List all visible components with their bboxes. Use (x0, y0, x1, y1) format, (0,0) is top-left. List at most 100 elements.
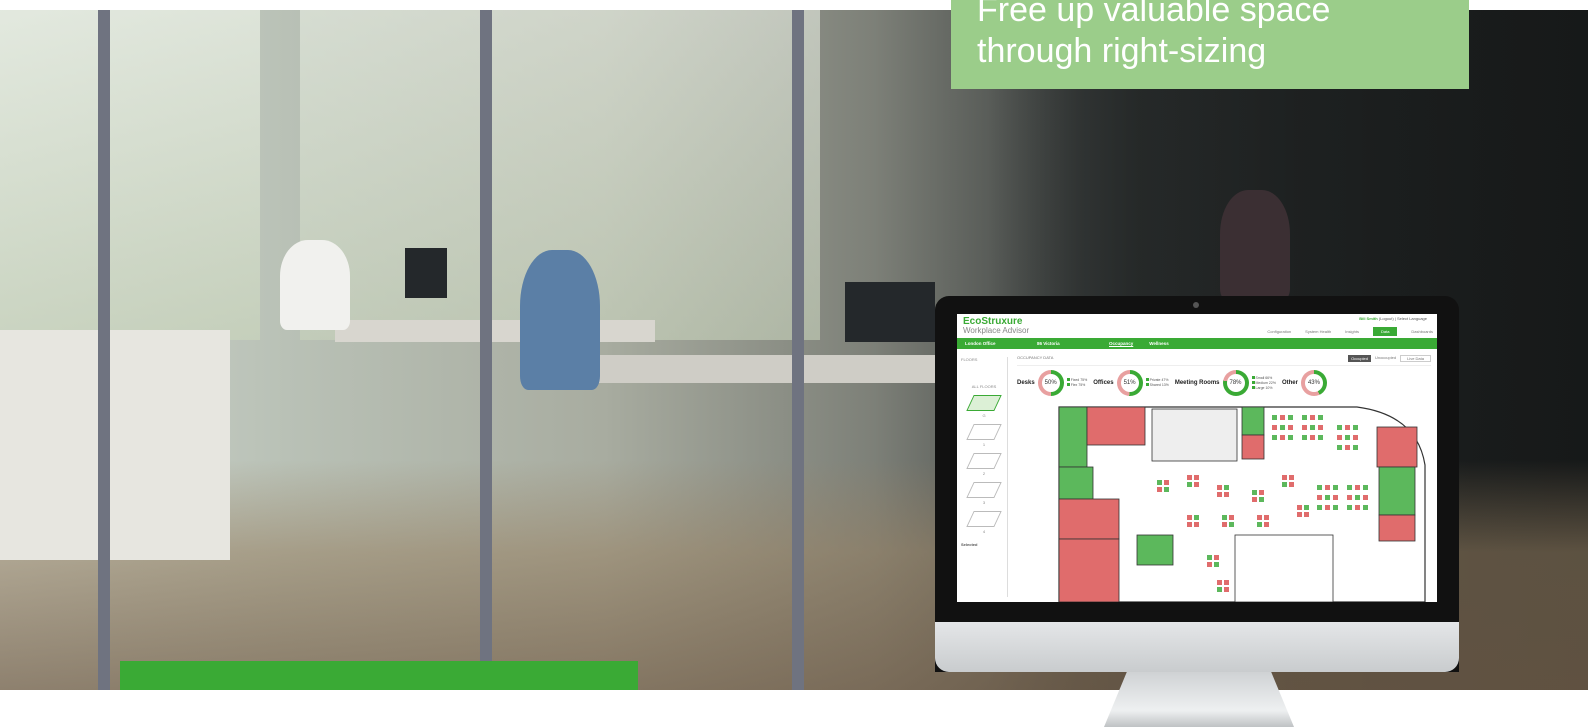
desk-marker[interactable] (1353, 435, 1358, 440)
desk-marker[interactable] (1229, 522, 1234, 527)
room[interactable] (1058, 466, 1094, 500)
desk-marker[interactable] (1264, 522, 1269, 527)
desk-marker[interactable] (1317, 485, 1322, 490)
desk-marker[interactable] (1217, 492, 1222, 497)
desk-marker[interactable] (1272, 415, 1277, 420)
desk-marker[interactable] (1363, 495, 1368, 500)
desk-marker[interactable] (1157, 480, 1162, 485)
desk-marker[interactable] (1355, 485, 1360, 490)
desk-marker[interactable] (1363, 505, 1368, 510)
room[interactable] (1378, 466, 1416, 516)
room[interactable] (1058, 406, 1088, 468)
room[interactable] (1058, 498, 1120, 540)
desk-marker[interactable] (1194, 515, 1199, 520)
desk-marker[interactable] (1272, 425, 1277, 430)
desk-marker[interactable] (1297, 512, 1302, 517)
desk-marker[interactable] (1282, 482, 1287, 487)
desk-marker[interactable] (1353, 425, 1358, 430)
desk-marker[interactable] (1310, 425, 1315, 430)
desk-marker[interactable] (1363, 485, 1368, 490)
desk-marker[interactable] (1345, 425, 1350, 430)
desk-marker[interactable] (1333, 495, 1338, 500)
nav-system-health[interactable]: System Health (1305, 329, 1331, 334)
desk-marker[interactable] (1318, 425, 1323, 430)
desk-marker[interactable] (1222, 515, 1227, 520)
desk-marker[interactable] (1194, 475, 1199, 480)
desk-marker[interactable] (1259, 497, 1264, 502)
user-name[interactable]: Bill Smith (1359, 316, 1377, 321)
nav-insights[interactable]: Insights (1345, 329, 1359, 334)
floor-icon[interactable] (966, 424, 1002, 440)
desk-marker[interactable] (1282, 475, 1287, 480)
desk-marker[interactable] (1333, 485, 1338, 490)
desk-marker[interactable] (1252, 490, 1257, 495)
desk-marker[interactable] (1194, 522, 1199, 527)
floor-icon[interactable] (966, 482, 1002, 498)
desk-marker[interactable] (1302, 435, 1307, 440)
desk-marker[interactable] (1325, 485, 1330, 490)
toggle-occupied[interactable]: Occupied (1348, 355, 1371, 362)
desk-marker[interactable] (1345, 445, 1350, 450)
desk-marker[interactable] (1217, 587, 1222, 592)
room[interactable] (1234, 534, 1334, 602)
building-dropdown[interactable]: 86 Victoria (1029, 341, 1101, 346)
desk-marker[interactable] (1325, 505, 1330, 510)
tab-occupancy[interactable]: Occupancy (1101, 341, 1141, 346)
toggle-unoccupied[interactable]: Unoccupied (1375, 355, 1396, 362)
desk-marker[interactable] (1157, 487, 1162, 492)
desk-marker[interactable] (1259, 490, 1264, 495)
desk-marker[interactable] (1302, 425, 1307, 430)
desk-marker[interactable] (1187, 515, 1192, 520)
nav-configuration[interactable]: Configuration (1267, 329, 1291, 334)
live-data-select[interactable]: Live Data (1400, 355, 1431, 362)
room[interactable] (1136, 534, 1174, 566)
desk-marker[interactable] (1257, 515, 1262, 520)
desk-marker[interactable] (1289, 475, 1294, 480)
desk-marker[interactable] (1288, 415, 1293, 420)
desk-marker[interactable] (1353, 445, 1358, 450)
desk-marker[interactable] (1280, 425, 1285, 430)
desk-marker[interactable] (1252, 497, 1257, 502)
desk-marker[interactable] (1288, 435, 1293, 440)
desk-marker[interactable] (1224, 485, 1229, 490)
room[interactable] (1241, 406, 1265, 436)
desk-marker[interactable] (1264, 515, 1269, 520)
room[interactable] (1086, 406, 1146, 446)
desk-marker[interactable] (1337, 425, 1342, 430)
desk-marker[interactable] (1207, 562, 1212, 567)
desk-marker[interactable] (1224, 492, 1229, 497)
language-select[interactable]: Select Language (1397, 316, 1427, 321)
logout-link[interactable]: (Logout) (1379, 316, 1394, 321)
desk-marker[interactable] (1337, 445, 1342, 450)
desk-marker[interactable] (1325, 495, 1330, 500)
desk-marker[interactable] (1317, 505, 1322, 510)
desk-marker[interactable] (1345, 435, 1350, 440)
desk-marker[interactable] (1310, 415, 1315, 420)
room[interactable] (1376, 426, 1418, 468)
desk-marker[interactable] (1217, 485, 1222, 490)
floor-icon[interactable] (966, 511, 1002, 527)
desk-marker[interactable] (1318, 435, 1323, 440)
desk-marker[interactable] (1272, 435, 1277, 440)
desk-marker[interactable] (1224, 587, 1229, 592)
desk-marker[interactable] (1207, 555, 1212, 560)
desk-marker[interactable] (1217, 580, 1222, 585)
desk-marker[interactable] (1280, 435, 1285, 440)
nav-data[interactable]: Data (1372, 327, 1398, 336)
site-dropdown[interactable]: London Office (957, 341, 1029, 346)
desk-marker[interactable] (1187, 475, 1192, 480)
desk-marker[interactable] (1194, 482, 1199, 487)
floor-icon[interactable] (966, 453, 1002, 469)
desk-marker[interactable] (1310, 435, 1315, 440)
desk-marker[interactable] (1302, 415, 1307, 420)
desk-marker[interactable] (1333, 505, 1338, 510)
desk-marker[interactable] (1317, 495, 1322, 500)
desk-marker[interactable] (1318, 415, 1323, 420)
desk-marker[interactable] (1288, 425, 1293, 430)
desk-marker[interactable] (1304, 512, 1309, 517)
tab-wellness[interactable]: Wellness (1141, 341, 1176, 346)
floor-plan[interactable] (1057, 405, 1427, 602)
desk-marker[interactable] (1164, 480, 1169, 485)
desk-marker[interactable] (1280, 415, 1285, 420)
room[interactable] (1241, 434, 1265, 460)
